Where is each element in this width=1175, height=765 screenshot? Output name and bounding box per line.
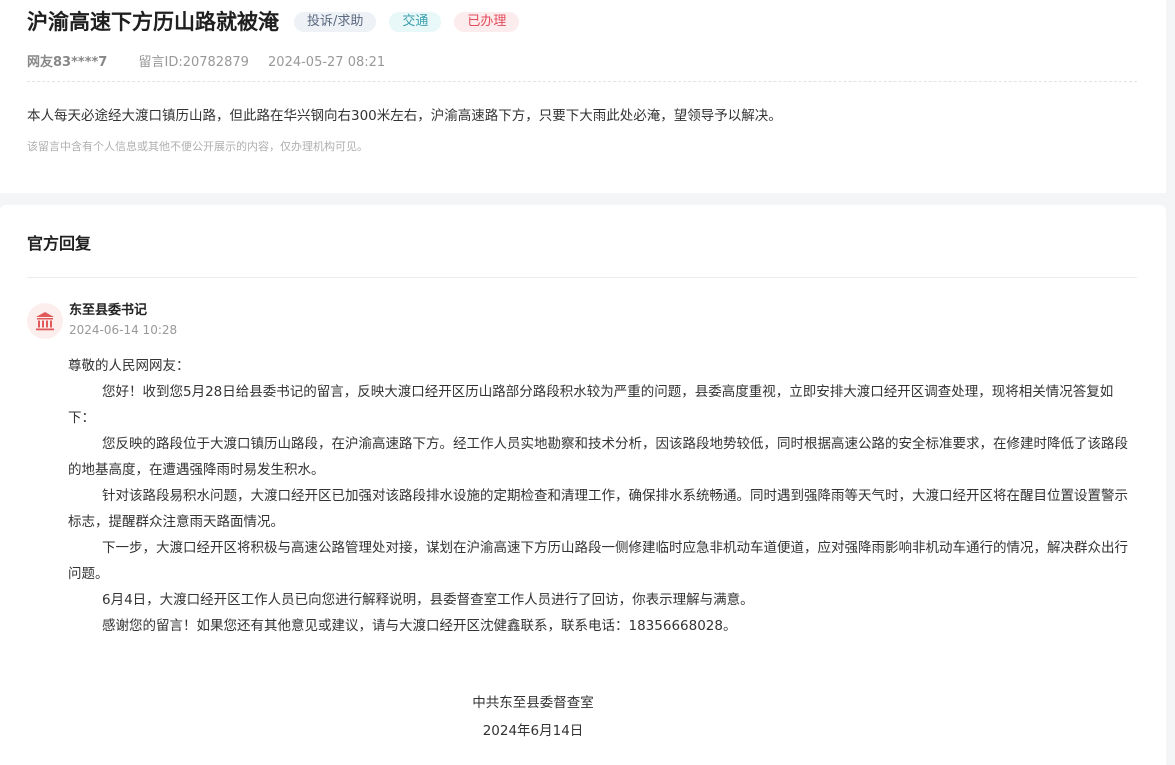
- reply-date: 2024-06-14 10:28: [69, 323, 178, 337]
- message-title: 沪渝高速下方历山路就被淹: [27, 10, 279, 34]
- message-user: 网友83****7: [27, 55, 108, 70]
- message-content: 本人每天必途经大渡口镇历山路，但此路在华兴钢向右300米左右，沪渝高速路下方，只…: [27, 108, 782, 124]
- tag-category[interactable]: 投诉/求助: [294, 12, 377, 32]
- government-building-icon-svg: [36, 312, 54, 331]
- reply-greeting: 尊敬的人民网网友：: [68, 358, 190, 374]
- reply-org: 东至县委书记: [69, 303, 148, 318]
- divider: [27, 277, 1137, 278]
- reply-paragraph: 针对该路段易积水问题，大渡口经开区已加强对该路段排水设施的定期检查和清理工作，确…: [68, 488, 1128, 530]
- reply-paragraph: 您好！收到您5月28日给县委书记的留言，反映大渡口经开区历山路部分路段积水较为严…: [68, 384, 1114, 426]
- reply-body: 尊敬的人民网网友： 您好！收到您5月28日给县委书记的留言，反映大渡口经开区历山…: [68, 353, 1140, 639]
- message-card: 沪渝高速下方历山路就被淹 投诉/求助 交通 已办理 网友83****7 留言ID…: [0, 0, 1166, 193]
- privacy-notice: 该留言中含有个人信息或其他不便公开展示的内容，仅办理机构可见。: [27, 140, 368, 153]
- divider: [27, 81, 1137, 82]
- reply-paragraph: 下一步，大渡口经开区将积极与高速公路管理处对接，谋划在沪渝高速下方历山路段一侧修…: [68, 540, 1128, 582]
- reply-card: 官方回复 东至县委书记 2024-06-14 10:28 尊敬的人民网网友： 您…: [0, 205, 1166, 765]
- reply-paragraph: 您反映的路段位于大渡口镇历山路段，在沪渝高速路下方。经工作人员实地勘察和技术分析…: [68, 436, 1128, 478]
- tag-domain[interactable]: 交通: [389, 12, 442, 32]
- reply-paragraph: 6月4日，大渡口经开区工作人员已向您进行解释说明，县委督查室工作人员进行了回访，…: [102, 592, 754, 608]
- government-building-icon: [27, 303, 63, 339]
- reply-section-title: 官方回复: [27, 234, 92, 253]
- message-meta: 网友83****7 留言ID:20782879 2024-05-27 08:21: [27, 54, 385, 72]
- message-datetime: 2024-05-27 08:21: [268, 55, 386, 70]
- message-id: 留言ID:20782879: [138, 55, 249, 70]
- reply-signature: 中共东至县委督查室: [472, 695, 594, 711]
- tag-status: 已办理: [454, 12, 520, 32]
- reply-paragraph: 感谢您的留言！如果您还有其他意见或建议，请与大渡口经开区沈健鑫联系，联系电话：1…: [102, 618, 737, 634]
- reply-sign-date: 2024年6月14日: [482, 723, 584, 739]
- title-row: 沪渝高速下方历山路就被淹 投诉/求助 交通 已办理: [27, 9, 520, 35]
